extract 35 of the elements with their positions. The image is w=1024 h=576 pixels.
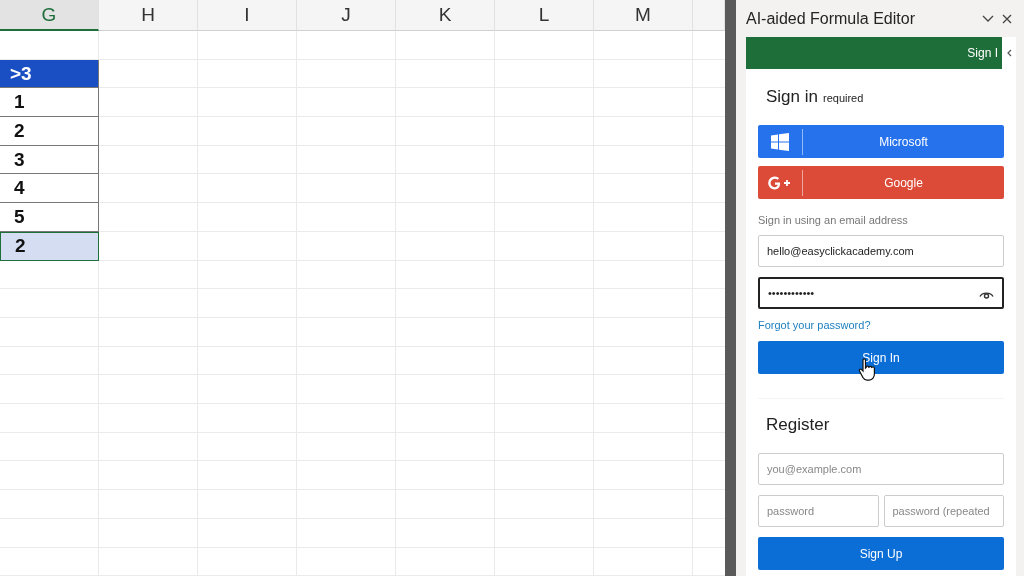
email-field[interactable]: you@example.com (758, 453, 1004, 485)
password-field[interactable]: •••••••••••• (758, 277, 1004, 309)
scrollbar[interactable] (725, 0, 736, 576)
column-header[interactable]: H (99, 0, 198, 31)
field-label: Sign in using an email address (758, 214, 909, 226)
email-field[interactable]: hello@easyclickacademy.com (758, 235, 1004, 267)
windows-logo-icon (771, 132, 789, 151)
microsoft-sign-in-button[interactable]: Microsoft (758, 125, 1004, 158)
table-cell[interactable]: 2 (0, 117, 99, 146)
banner-text: Sign I (967, 46, 998, 60)
column-header[interactable]: J (297, 0, 396, 31)
column-header[interactable]: L (495, 0, 594, 31)
header-cell[interactable]: >3 (0, 59, 99, 89)
google-sign-in-button[interactable]: Google (758, 166, 1004, 199)
table-cell[interactable]: 2 (0, 231, 99, 261)
forgot-password-link[interactable]: Forgot your password? (758, 319, 871, 331)
table-cell[interactable]: 5 (0, 203, 99, 232)
table-cell[interactable]: 4 (0, 174, 99, 204)
table-cell[interactable]: 1 (0, 88, 99, 118)
column-header[interactable]: I (198, 0, 297, 31)
sign-up-button[interactable]: Sign Up (758, 537, 1004, 570)
column-header[interactable]: M (594, 0, 693, 31)
chevron-left-icon (1006, 49, 1012, 57)
eye-icon[interactable] (979, 289, 994, 299)
required-note: required (823, 92, 864, 104)
password-field[interactable]: password (758, 495, 879, 527)
section-heading: Sign in (766, 87, 818, 107)
pane-title: AI-aided Formula Editor (746, 9, 916, 28)
google-plus-icon (768, 175, 792, 190)
repeat-password-field[interactable]: password (repeated (883, 495, 1004, 527)
table-cell[interactable]: 3 (0, 145, 99, 175)
sign-in-button[interactable]: Sign In (758, 341, 1004, 374)
section-heading: Register (766, 415, 830, 435)
column-header[interactable]: K (396, 0, 495, 31)
column-header[interactable]: G (0, 0, 99, 31)
